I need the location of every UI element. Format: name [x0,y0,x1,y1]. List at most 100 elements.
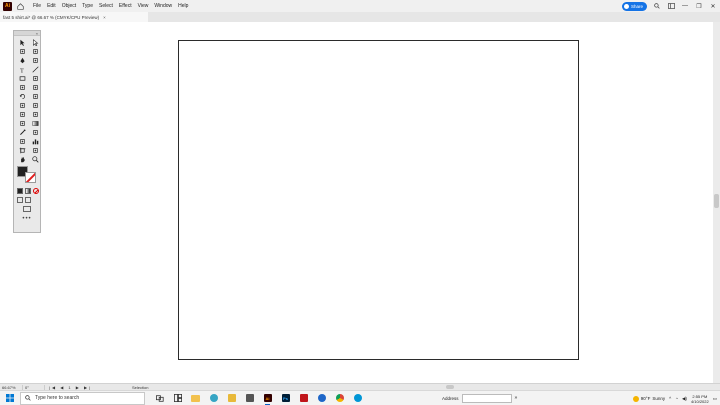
menu-select[interactable]: Select [99,3,113,9]
zoom-level-field[interactable]: 66.67% [0,385,22,390]
browser-taskbar-icon[interactable] [315,392,328,405]
weather-widget[interactable]: 90°F Sunny [632,395,665,402]
menubar-right: Share — ❐ ✕ [621,1,717,11]
canvas-workspace[interactable] [0,22,713,383]
color-mode-icon[interactable] [17,188,23,194]
slice-tool[interactable] [30,146,41,154]
menu-effect[interactable]: Effect [119,3,132,9]
windows-start-button[interactable] [3,391,17,405]
tab-close-icon[interactable]: × [103,15,106,20]
menu-help[interactable]: Help [178,3,188,9]
panel-collapse-icon[interactable]: « [36,31,38,36]
taskbar-search-box[interactable]: Type here to search [20,391,145,405]
stroke-swatch[interactable] [25,172,36,183]
rectangle-tool[interactable] [17,74,28,82]
volume-icon[interactable]: ◀) [682,396,687,402]
screen-mode-icon[interactable] [23,206,31,212]
direct-selection-tool[interactable] [30,38,41,46]
edit-toolbar-button[interactable]: ••• [14,216,40,222]
chrome-taskbar-icon[interactable] [333,392,346,405]
menu-type[interactable]: Type [82,3,93,9]
rotate-tool[interactable] [17,92,28,100]
share-button[interactable]: Share [621,1,647,11]
draw-normal-icon[interactable] [17,197,23,203]
type-tool[interactable]: T [17,65,28,73]
menu-view[interactable]: View [138,3,149,9]
draw-behind-icon[interactable] [25,197,31,203]
rotation-field[interactable]: 0° [22,384,44,390]
file-folder-icon[interactable] [225,392,238,405]
rotate-icon [19,93,25,99]
free-transform-tool[interactable] [30,101,41,109]
eraser-tool[interactable] [30,83,41,91]
color-mode-row [14,188,40,194]
line-segment-tool[interactable] [30,65,41,73]
mesh-tool[interactable] [17,119,28,127]
width-tool[interactable] [17,101,28,109]
gradient-tool[interactable] [30,119,41,127]
workspace-icon[interactable] [667,2,675,10]
menu-file[interactable]: File [33,3,41,9]
selection-tool[interactable] [17,38,28,46]
widgets-icon[interactable] [171,392,184,405]
vertical-scrollbar[interactable] [713,22,720,383]
none-mode-icon[interactable] [33,188,39,194]
illustrator-taskbar-icon[interactable]: Ai [261,392,274,405]
curvature-tool[interactable] [30,56,41,64]
artboard-navigator[interactable]: |◀ ◀ 1 ▶ ▶| [44,384,124,390]
tools-panel-grip[interactable]: « [14,31,40,36]
menu-object[interactable]: Object [62,3,76,9]
home-icon[interactable] [16,2,25,11]
sun-icon [632,395,639,402]
file-explorer-icon[interactable] [189,392,202,405]
taskbar-pinned-apps: Ai Ps [153,392,364,405]
tray-overflow-icon[interactable]: ^ [669,396,671,401]
vertical-scroll-thumb[interactable] [714,194,719,208]
acrobat-taskbar-icon[interactable] [297,392,310,405]
paintbrush-tool[interactable] [30,74,41,82]
magic-wand-tool[interactable] [17,47,28,55]
direct-selection-icon [33,38,39,46]
zoom-tool[interactable] [30,155,41,163]
notifications-icon[interactable]: ▭ [713,396,717,402]
address-field[interactable] [461,393,512,403]
hp-app-icon[interactable] [351,392,364,405]
symbol-sprayer-tool[interactable] [17,137,28,145]
menu-edit[interactable]: Edit [47,3,56,9]
menu-window[interactable]: Window [154,3,172,9]
minimize-button[interactable]: — [681,3,689,9]
hand-tool[interactable] [17,155,28,163]
system-tray: 90°F Sunny ^ ◔ ◀) 2:55 PM 4/10/2022 ▭ [632,391,717,405]
eyedropper-tool[interactable] [17,128,28,136]
pen-tool[interactable] [17,56,28,64]
share-label: Share [630,3,643,9]
artboard-tool[interactable] [17,146,28,154]
chevron-up-icon[interactable]: » [515,395,518,401]
camera-app-icon[interactable] [243,392,256,405]
scale-tool[interactable] [30,92,41,100]
shaper-tool[interactable] [17,83,28,91]
clock[interactable]: 2:55 PM 4/10/2022 [691,394,709,404]
horizontal-scroll-thumb[interactable] [446,385,454,389]
restore-button[interactable]: ❐ [695,3,703,10]
task-view-icon[interactable] [153,392,166,405]
perspective-grid-tool[interactable] [30,110,41,118]
perspective-grid-icon [33,111,38,117]
lasso-tool[interactable] [30,47,41,55]
gradient-mode-icon[interactable] [25,188,31,194]
artboard[interactable] [178,40,579,360]
shaper-icon [20,84,25,90]
edge-app-icon[interactable] [207,392,220,405]
search-icon[interactable] [653,2,661,10]
blend-tool[interactable] [30,128,41,136]
photoshop-taskbar-icon[interactable]: Ps [279,392,292,405]
column-graph-icon [32,138,39,144]
document-tab[interactable]: fast 5 shirt.ai* @ 66.67 % (CMYK/CPU Pre… [0,12,148,22]
taskbar-search-placeholder: Type here to search [35,395,80,401]
network-icon[interactable]: ◔ [675,396,678,401]
eyedropper-icon [20,128,26,135]
close-button[interactable]: ✕ [709,3,717,10]
pen-icon [20,57,25,63]
shape-builder-tool[interactable] [17,110,28,118]
column-graph-tool[interactable] [30,137,41,145]
